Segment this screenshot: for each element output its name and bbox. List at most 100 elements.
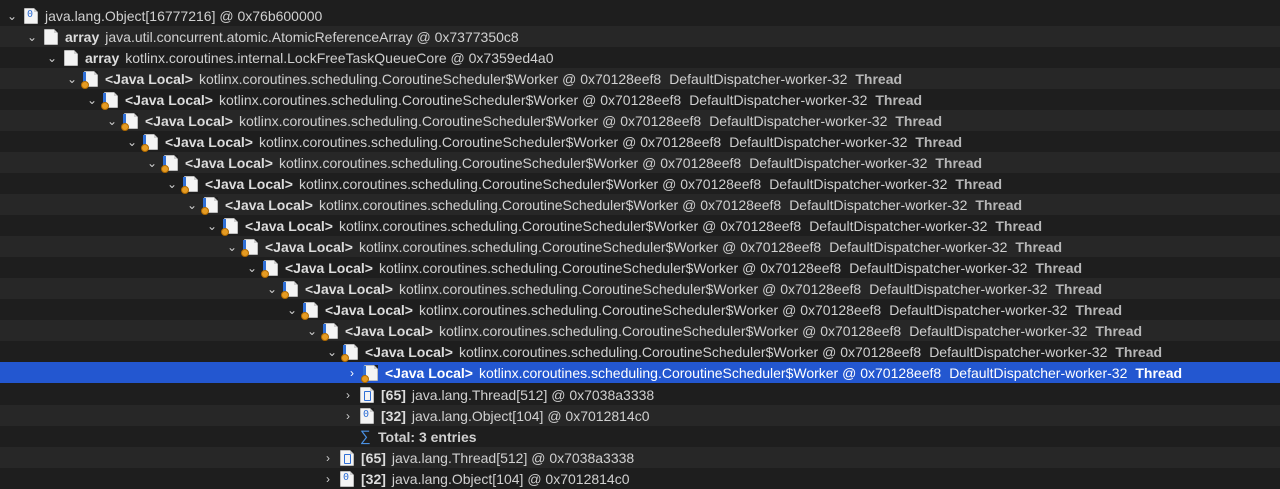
row-text: kotlinx.coroutines.scheduling.CoroutineS… — [238, 112, 702, 129]
row-text: kotlinx.coroutines.scheduling.CoroutineS… — [298, 175, 762, 192]
tree-row-thread-sibling[interactable]: › [65] java.lang.Thread[512] @ 0x7038a33… — [0, 447, 1280, 468]
java-local-icon — [121, 112, 138, 131]
thread-name: DefaultDispatcher-worker-32 — [749, 154, 928, 171]
thread-label: Thread — [915, 133, 963, 150]
thread-label: Thread — [895, 112, 943, 129]
chevron-down-icon[interactable]: ⌄ — [324, 341, 340, 362]
java-local-label: <Java Local> — [225, 196, 313, 213]
object-array-icon — [24, 7, 38, 24]
thread-label: Thread — [935, 154, 983, 171]
thread-label: Thread — [955, 175, 1003, 192]
tree-row-java-local-selected[interactable]: › <Java Local> kotlinx.coroutines.scheduli… — [0, 362, 1280, 383]
tree-row-java-local[interactable]: ⌄ <Java Local> kotlinx.coroutines.scheduli… — [0, 131, 1280, 152]
tree-row-total: ∑ Total: 3 entries — [0, 426, 1280, 447]
row-text: kotlinx.coroutines.scheduling.CoroutineS… — [218, 91, 682, 108]
chevron-down-icon[interactable]: ⌄ — [244, 257, 260, 278]
row-text: kotlinx.coroutines.scheduling.CoroutineS… — [338, 217, 802, 234]
tree-row-atomic-reference-array[interactable]: ⌄ array java.util.concurrent.atomic.Atom… — [0, 26, 1280, 47]
tree-row-lockfree-queue[interactable]: ⌄ array kotlinx.coroutines.internal.Lock… — [0, 47, 1280, 68]
tree-row-java-local[interactable]: ⌄ <Java Local> kotlinx.coroutines.scheduli… — [0, 320, 1280, 341]
array-icon — [360, 386, 374, 403]
row-text: kotlinx.coroutines.scheduling.CoroutineS… — [438, 322, 902, 339]
thread-label: Thread — [1075, 301, 1123, 318]
tree-row-java-local[interactable]: ⌄ <Java Local> kotlinx.coroutines.scheduli… — [0, 89, 1280, 110]
tree-row-object-child[interactable]: › [32] java.lang.Object[104] @ 0x7012814… — [0, 405, 1280, 426]
thread-label: Thread — [1115, 343, 1163, 360]
java-local-icon — [341, 343, 358, 362]
object-array-icon — [360, 407, 374, 424]
root-type: java.lang.Object[16777216] — [45, 7, 216, 24]
chevron-down-icon[interactable]: ⌄ — [264, 278, 280, 299]
thread-label: Thread — [855, 70, 903, 87]
total-label: Total: 3 entries — [378, 428, 477, 445]
thread-label: Thread — [975, 196, 1023, 213]
thread-name: DefaultDispatcher-worker-32 — [829, 238, 1008, 255]
chevron-down-icon[interactable]: ⌄ — [224, 236, 240, 257]
thread-label: Thread — [1055, 280, 1103, 297]
java-local-label: <Java Local> — [105, 70, 193, 87]
thread-label: Thread — [1135, 364, 1183, 381]
tree-row-java-local[interactable]: ⌄ <Java Local> kotlinx.coroutines.scheduli… — [0, 299, 1280, 320]
thread-label: Thread — [1035, 259, 1083, 276]
chevron-down-icon[interactable]: ⌄ — [184, 194, 200, 215]
row-index: [65] — [381, 386, 406, 403]
tree-row-java-local[interactable]: ⌄ <Java Local> kotlinx.coroutines.scheduli… — [0, 194, 1280, 215]
chevron-right-icon[interactable]: › — [320, 447, 336, 468]
tree-row-java-local[interactable]: ⌄ <Java Local> kotlinx.coroutines.scheduli… — [0, 257, 1280, 278]
row-text: java.lang.Object[104] @ 0x7012814c0 — [411, 407, 650, 424]
chevron-down-icon[interactable]: ⌄ — [4, 5, 20, 26]
array-icon — [340, 449, 354, 466]
root-address: @ 0x76b600000 — [219, 7, 323, 24]
thread-name: DefaultDispatcher-worker-32 — [809, 217, 988, 234]
chevron-down-icon[interactable]: ⌄ — [104, 110, 120, 131]
chevron-down-icon[interactable]: ⌄ — [84, 89, 100, 110]
tree-row-java-local[interactable]: ⌄ <Java Local> kotlinx.coroutines.scheduli… — [0, 278, 1280, 299]
java-local-label: <Java Local> — [265, 238, 353, 255]
java-local-label: <Java Local> — [365, 343, 453, 360]
chevron-down-icon[interactable]: ⌄ — [144, 152, 160, 173]
thread-name: DefaultDispatcher-worker-32 — [689, 91, 868, 108]
thread-name: DefaultDispatcher-worker-32 — [929, 343, 1108, 360]
chevron-down-icon[interactable]: ⌄ — [124, 131, 140, 152]
chevron-down-icon[interactable]: ⌄ — [64, 68, 80, 89]
thread-label: Thread — [995, 217, 1043, 234]
chevron-right-icon[interactable]: › — [344, 362, 360, 383]
thread-name: DefaultDispatcher-worker-32 — [889, 301, 1068, 318]
tree-row-java-local[interactable]: ⌄ <Java Local> kotlinx.coroutines.scheduli… — [0, 215, 1280, 236]
thread-name: DefaultDispatcher-worker-32 — [769, 175, 948, 192]
java-local-icon — [241, 238, 258, 257]
java-local-label: <Java Local> — [185, 154, 273, 171]
chevron-down-icon[interactable]: ⌄ — [164, 173, 180, 194]
row-text: kotlinx.coroutines.internal.LockFreeTask… — [125, 49, 554, 66]
chevron-down-icon[interactable]: ⌄ — [284, 299, 300, 320]
chevron-right-icon[interactable]: › — [340, 384, 356, 405]
chevron-down-icon[interactable]: ⌄ — [44, 47, 60, 68]
tree-row-java-local[interactable]: ⌄ <Java Local> kotlinx.coroutines.scheduli… — [0, 173, 1280, 194]
row-text: kotlinx.coroutines.scheduling.CoroutineS… — [418, 301, 882, 318]
tree-row-java-local[interactable]: ⌄ <Java Local> kotlinx.coroutines.scheduli… — [0, 341, 1280, 362]
tree-row-root[interactable]: ⌄ java.lang.Object[16777216] @ 0x76b6000… — [0, 5, 1280, 26]
row-text: kotlinx.coroutines.scheduling.CoroutineS… — [318, 196, 782, 213]
thread-name: DefaultDispatcher-worker-32 — [949, 364, 1128, 381]
tree-row-java-local[interactable]: ⌄ <Java Local> kotlinx.coroutines.scheduli… — [0, 110, 1280, 131]
row-text: java.lang.Thread[512] @ 0x7038a3338 — [391, 449, 635, 466]
java-local-label: <Java Local> — [285, 259, 373, 276]
chevron-down-icon[interactable]: ⌄ — [204, 215, 220, 236]
thread-name: DefaultDispatcher-worker-32 — [729, 133, 908, 150]
row-text: kotlinx.coroutines.scheduling.CoroutineS… — [198, 70, 662, 87]
java-local-label: <Java Local> — [245, 217, 333, 234]
java-local-icon — [281, 280, 298, 299]
chevron-down-icon[interactable]: ⌄ — [304, 320, 320, 341]
chevron-right-icon[interactable]: › — [340, 405, 356, 426]
instance-icon — [64, 49, 78, 66]
tree-row-java-local[interactable]: ⌄ <Java Local> kotlinx.coroutines.scheduli… — [0, 152, 1280, 173]
chevron-down-icon[interactable]: ⌄ — [24, 26, 40, 47]
tree-row-java-local[interactable]: ⌄ <Java Local> kotlinx.coroutines.scheduli… — [0, 236, 1280, 257]
row-text: kotlinx.coroutines.scheduling.CoroutineS… — [258, 133, 722, 150]
row-text: kotlinx.coroutines.scheduling.CoroutineS… — [278, 154, 742, 171]
tree-row-java-local[interactable]: ⌄ <Java Local> kotlinx.coroutines.scheduli… — [0, 68, 1280, 89]
java-local-icon — [301, 301, 318, 320]
java-local-icon — [321, 322, 338, 341]
java-local-label: <Java Local> — [145, 112, 233, 129]
tree-row-thread-child[interactable]: › [65] java.lang.Thread[512] @ 0x7038a33… — [0, 384, 1280, 405]
